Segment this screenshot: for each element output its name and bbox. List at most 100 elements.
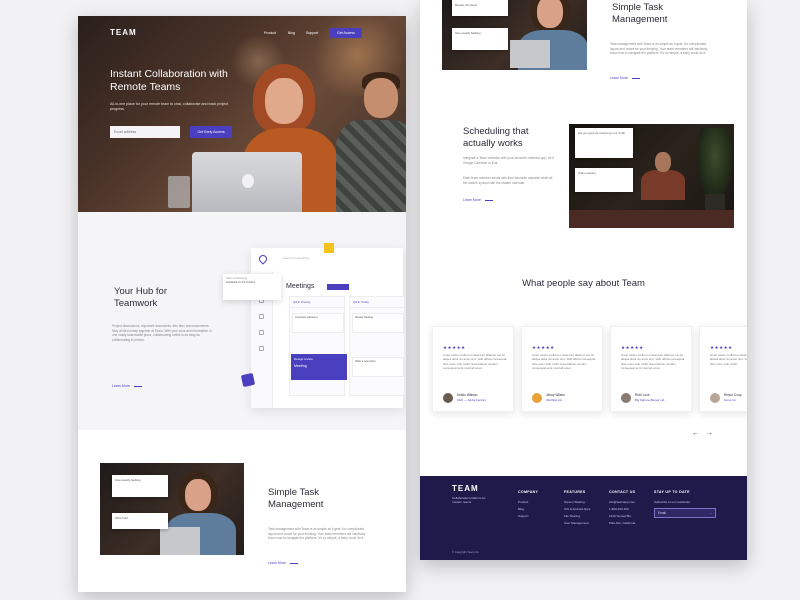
task-card: Important gathering [292, 313, 344, 333]
testimonial-card: ★★★★★ Amet minim mollit non deserunt ull… [521, 326, 603, 412]
testimonial-card: ★★★★★ Amet minim mollit non deserunt ull… [699, 326, 747, 412]
avatar [532, 393, 542, 403]
card-title: Feedback for the Product [226, 281, 256, 284]
footer-link[interactable]: iOS & Android Apps [564, 507, 590, 511]
photo-laptop [160, 527, 200, 555]
footer-link[interactable]: Support [518, 514, 529, 518]
hero-section: TEAM Product Blog Support Get Access Ins… [78, 16, 406, 212]
task-title: Simple Task Management [268, 487, 324, 510]
testimonial-quote: Amet minim mollit non deserunt ullamco e… [532, 353, 596, 371]
arrow-right-icon [484, 199, 493, 201]
task-text: Task management with Team is as simple a… [268, 527, 366, 541]
newsletter-placeholder: Email [658, 511, 666, 515]
footer-link[interactable]: File Sharing [564, 514, 580, 518]
learn-more-label: Learn More [268, 561, 286, 565]
footer-contact-heading: CONTACT US [609, 490, 636, 494]
carousel-prev-icon[interactable]: ← [692, 430, 699, 437]
hub-title: Your Hub for Teamwork [114, 286, 167, 309]
footer-newsletter-heading: STAY UP TO DATE [654, 490, 690, 494]
apple-logo-icon [242, 174, 254, 188]
get-access-button[interactable]: Get Access [330, 28, 362, 38]
drop-logo-icon [257, 253, 269, 265]
overlay-task-card: Give weekly backlog [112, 475, 168, 497]
search-icon [259, 330, 264, 335]
testimonial-role: Big Kahuna Burger Ltd. [635, 398, 666, 402]
testimonial-name: Kristin Watson [457, 393, 478, 397]
photo-laptop [510, 40, 550, 68]
photo-woman-face [537, 0, 563, 28]
get-early-access-button[interactable]: Get Early Access [190, 126, 232, 138]
hub-learn-more-link[interactable]: Learn More [112, 384, 142, 388]
testimonial-name: Ruth Love [635, 393, 650, 397]
rating-stars: ★★★★★ [532, 345, 555, 350]
hero-subtitle: All-in-one place for your remote team to… [110, 102, 229, 111]
task-learn-more-link[interactable]: Learn More [610, 76, 640, 80]
learn-more-label: Learn More [610, 76, 628, 80]
schedule-learn-more-link[interactable]: Learn More [463, 198, 493, 202]
carousel-next-icon[interactable]: → [706, 430, 713, 437]
hub-text: Project discussions, important documents… [112, 324, 212, 342]
testimonial-name: Jenny Wilson [546, 393, 565, 397]
hero-photo-woman-face [265, 78, 303, 124]
brand-logo[interactable]: TEAM [110, 28, 137, 37]
photo-man-body [641, 170, 685, 200]
app-mockup: Search for anything... Meetings Q2 in Pr… [251, 248, 405, 408]
column-header: Q2 in Priority [290, 297, 344, 308]
schedule-title: Scheduling that actually works [463, 126, 529, 149]
task-photo: Review the layout Give weekly backlog [442, 0, 587, 70]
sticky-note-icon [324, 243, 334, 253]
card-label: Design review [294, 357, 313, 361]
task-learn-more-link[interactable]: Learn More [268, 561, 298, 565]
hub-section: Your Hub for Teamwork Project discussion… [78, 212, 406, 430]
landing-page-left: TEAM Product Blog Support Get Access Ins… [78, 16, 406, 592]
footer-contact-item[interactable]: info@teamapp.com [609, 500, 635, 504]
footer-link[interactable]: Screen Sharing [564, 500, 585, 504]
schedule-text: Integrate a Team calendar with your favo… [463, 156, 554, 165]
avatar [710, 393, 720, 403]
floating-task-card: Sales & Marketing Feedback for the Produ… [223, 274, 281, 300]
arrow-right-icon [631, 77, 640, 79]
app-badge-icon [240, 372, 256, 388]
overlay-task-card: Review the layout [452, 0, 508, 16]
email-input[interactable] [110, 126, 180, 138]
footer-tagline: Collaboration platform for modern teams. [452, 496, 486, 505]
footer-contact-item: 1010 Sunset Blv. [609, 514, 632, 518]
task-title: Simple Task Management [612, 2, 668, 25]
testimonial-name: Resco Coop [724, 393, 742, 397]
task-card: Weekly backlog [352, 313, 404, 333]
hero-title: Instant Collaboration with Remote Teams [110, 68, 228, 93]
mockup-title: Meetings [286, 283, 315, 290]
landing-page-right: Review the layout Give weekly backlog Si… [420, 0, 747, 560]
footer: TEAM Collaboration platform for modern t… [420, 476, 747, 560]
overlay-task-card: Give weekly backlog [452, 28, 508, 50]
footer-newsletter-text: Subscribe to our newsletter [654, 500, 691, 504]
highlight-task-card: Design review Meeting [291, 354, 347, 380]
arrow-right-icon[interactable]: → [709, 509, 712, 518]
footer-contact-item: Palo Alto, California [609, 521, 636, 525]
mockup-add-button [327, 284, 349, 290]
testimonial-role: Webflow Ltd. [546, 398, 563, 402]
photo-woman-face [185, 479, 211, 511]
arrow-right-icon [289, 562, 298, 564]
footer-link[interactable]: User Management [564, 521, 589, 525]
testimonial-role: CEO — Alpha Century [457, 398, 486, 402]
footer-link[interactable]: Product [518, 500, 528, 504]
nav-blog-link[interactable]: Blog [288, 31, 295, 35]
schedule-text: Each team member sends with their favour… [463, 176, 553, 185]
schedule-photo: Are you guys we need to go our 3 call Te… [569, 124, 734, 228]
footer-link[interactable]: Blog [518, 507, 524, 511]
hero-photo-man-body [336, 120, 406, 212]
nav-support-link[interactable]: Support [306, 31, 318, 35]
nav-product-link[interactable]: Product [264, 31, 276, 35]
rating-stars: ★★★★★ [443, 345, 466, 350]
mockup-column: Q3 in Today Weekly backlog Write a new t… [349, 296, 405, 396]
testimonial-quote: Amet minim mollit non deserunt ullamco e… [443, 353, 507, 371]
testimonial-card: ★★★★★ Amet minim mollit non deserunt ull… [432, 326, 514, 412]
card-title: Meeting [294, 364, 307, 368]
overlay-task-card: Team meeting [575, 168, 633, 192]
footer-logo[interactable]: TEAM [452, 484, 479, 493]
column-header: Q3 in Today [350, 297, 404, 308]
newsletter-email-input[interactable]: Email → [654, 508, 716, 518]
footer-contact-item[interactable]: 1-800-200-300 [609, 507, 629, 511]
hero-photo-glass [168, 176, 190, 208]
